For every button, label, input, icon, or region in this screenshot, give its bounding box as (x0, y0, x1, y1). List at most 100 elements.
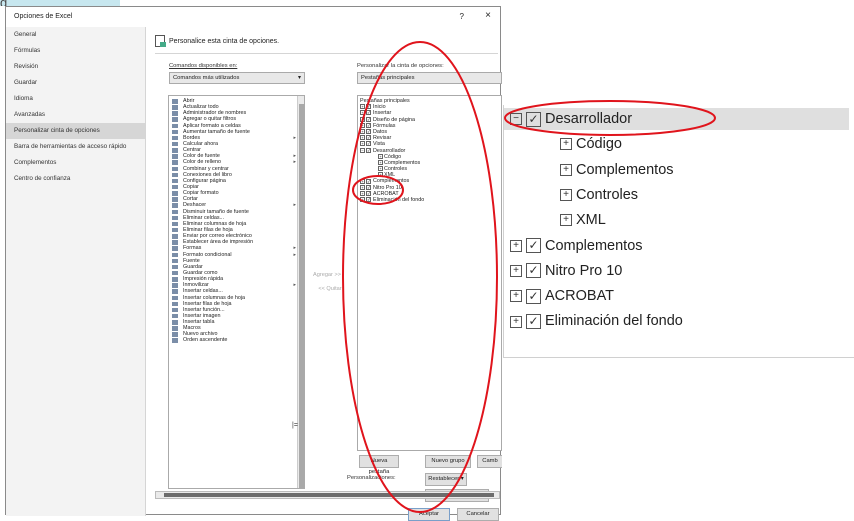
panel-header-text: Personalice esta cinta de opciones. (169, 37, 280, 45)
command-icon (172, 197, 178, 202)
expand-icon[interactable]: + (360, 122, 365, 128)
checkbox-checked[interactable]: ✓ (366, 147, 371, 153)
zoom-tab-item[interactable]: + ✓ Eliminación del fondo (510, 310, 683, 332)
expand-icon[interactable]: + (360, 178, 365, 184)
checkbox-checked[interactable]: ✓ (366, 190, 371, 196)
expand-icon[interactable]: + (560, 214, 572, 227)
zoom-item-label: Nitro Pro 10 (545, 262, 623, 279)
tree-item-label: Diseño de página (373, 116, 415, 123)
expand-icon[interactable]: + (360, 190, 365, 196)
command-label: Disminuir tamaño de fuente (183, 208, 249, 215)
checkbox-checked[interactable]: ✓ (526, 314, 541, 330)
rename-button[interactable]: Camb (477, 455, 502, 468)
expand-icon[interactable]: + (360, 104, 365, 110)
command-label: Abrir (183, 98, 195, 104)
close-button[interactable]: × (485, 10, 491, 21)
expand-icon[interactable]: + (360, 116, 365, 122)
command-label: Nuevo archivo (183, 331, 218, 338)
zoom-group-item[interactable]: + XML (560, 209, 606, 231)
expand-icon[interactable]: + (510, 290, 522, 303)
sidebar-item[interactable]: Centro de confianza (6, 171, 145, 187)
expand-icon[interactable]: + (560, 138, 572, 151)
checkbox-checked[interactable]: ✓ (366, 135, 371, 141)
expand-icon[interactable]: + (510, 239, 522, 252)
zoom-group-item[interactable]: + Código (560, 133, 622, 155)
expand-icon[interactable]: + (360, 129, 365, 135)
command-label: Bordes (183, 134, 201, 141)
command-label: Orden ascendente (183, 337, 228, 344)
options-sidebar: General Fórmulas Revisión Guardar Idioma Avan… (6, 27, 146, 516)
expand-icon[interactable]: + (378, 172, 383, 178)
sidebar-item[interactable]: Avanzadas (6, 107, 145, 123)
expand-icon[interactable]: + (378, 166, 383, 172)
expand-icon[interactable]: + (510, 315, 522, 328)
sidebar-item[interactable]: Barra de herramientas de acceso rápido (6, 139, 145, 155)
expand-icon[interactable]: + (360, 135, 365, 141)
expand-icon[interactable]: + (378, 153, 383, 159)
tree-tab-item[interactable]: + ✓ Eliminación del fondo (360, 197, 501, 203)
checkbox-checked[interactable]: ✓ (526, 111, 541, 127)
checkbox-checked[interactable]: ✓ (366, 122, 371, 128)
expand-icon[interactable]: + (360, 110, 365, 116)
command-label: Insertar tabla (183, 319, 215, 326)
checkbox-checked[interactable]: ✓ (526, 288, 541, 304)
command-icon (172, 209, 178, 215)
command-icon (172, 105, 178, 110)
sidebar-item[interactable]: Complementos (6, 155, 145, 171)
reset-button[interactable]: Restablecer ▾ (425, 473, 467, 486)
help-button[interactable]: ? (460, 12, 464, 21)
checkbox-checked[interactable]: ✓ (366, 197, 371, 203)
checkbox-checked[interactable]: ✓ (366, 129, 371, 135)
collapse-icon[interactable]: − (360, 147, 365, 153)
checkbox-checked[interactable]: ✓ (526, 238, 541, 254)
zoom-tab-item[interactable]: + ✓ Nitro Pro 10 (510, 260, 622, 282)
sidebar-item[interactable]: Fórmulas (6, 43, 145, 59)
horizontal-scroll-thumb[interactable] (164, 493, 494, 497)
remove-button[interactable]: << Quitar (315, 286, 345, 292)
new-tab-button[interactable]: Nueva pestaña (359, 455, 399, 475)
ribbon-combo[interactable]: Pestañas principales (357, 72, 502, 84)
tree-item-label: Código (384, 153, 402, 160)
commands-combo[interactable]: Comandos más utilizados ▾ (169, 72, 305, 84)
command-label: Insertar filas de hoja (183, 300, 232, 307)
sidebar-item[interactable]: Idioma (6, 91, 145, 107)
expand-icon[interactable]: + (510, 264, 522, 277)
expand-icon[interactable]: + (360, 197, 365, 203)
command-icon (172, 111, 178, 116)
zoom-tab-item[interactable]: − ✓ Desarrollador (504, 108, 849, 130)
collapse-icon[interactable]: − (510, 113, 522, 126)
expand-icon[interactable]: + (360, 184, 365, 190)
zoom-group-item[interactable]: + Complementos (560, 159, 674, 181)
checkbox-checked[interactable]: ✓ (366, 141, 371, 147)
zoom-group-item[interactable]: + Controles (560, 184, 638, 206)
sidebar-item[interactable]: General (6, 27, 145, 43)
command-label: Macros (183, 325, 201, 332)
ribbon-tabs-tree[interactable]: Pestañas principales + ✓ Inicio + ✓ Insertar +… (357, 95, 502, 451)
expand-icon[interactable]: + (360, 141, 365, 147)
zoom-tab-item[interactable]: + ✓ Complementos (510, 235, 643, 257)
horizontal-scrollbar[interactable] (155, 491, 500, 499)
checkbox-checked[interactable]: ✓ (366, 184, 371, 190)
sidebar-item[interactable]: Personalizar cinta de opciones (6, 123, 145, 139)
ok-button[interactable]: Aceptar (408, 508, 450, 521)
add-button[interactable]: Agregar >> (312, 272, 342, 278)
expand-icon[interactable]: + (378, 159, 383, 165)
tree-item-label: Desarrollador (373, 147, 406, 154)
expand-icon[interactable]: + (560, 189, 572, 202)
zoom-tab-item[interactable]: + ✓ ACROBAT (510, 285, 614, 307)
checkbox-checked[interactable]: ✓ (366, 116, 371, 122)
sidebar-item[interactable]: Guardar (6, 75, 145, 91)
command-label: Color de relleno (183, 159, 222, 166)
expand-icon[interactable]: + (560, 163, 572, 176)
command-label: Inmovilizar (183, 282, 209, 289)
checkbox-checked[interactable]: ✓ (526, 263, 541, 279)
zoom-item-label: Controles (576, 186, 639, 203)
new-group-button[interactable]: Nuevo grupo (425, 455, 471, 468)
checkbox-checked[interactable]: ✓ (366, 104, 371, 110)
commands-list[interactable]: Abrir Actualizar todo Administrador de nom… (168, 95, 305, 489)
cancel-button[interactable]: Cancelar (457, 508, 499, 521)
command-item[interactable]: Orden ascendente (169, 337, 304, 343)
checkbox-checked[interactable]: ✓ (366, 178, 371, 184)
sidebar-item[interactable]: Revisión (6, 59, 145, 75)
checkbox-checked[interactable]: ✓ (366, 110, 371, 116)
